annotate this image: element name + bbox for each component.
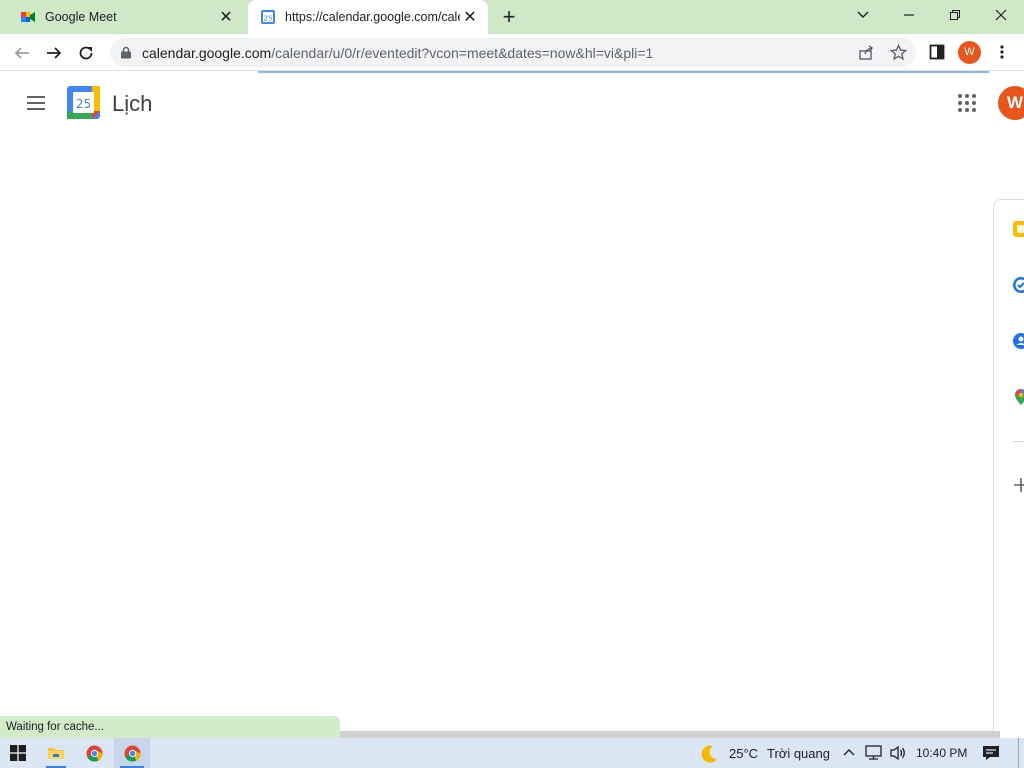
url-path: /calendar/u/0/r/eventedit?vcon=meet&date…: [271, 45, 654, 61]
page-loading-bar: [258, 71, 989, 73]
account-avatar[interactable]: W: [998, 86, 1024, 120]
windows-logo-icon: [10, 745, 26, 761]
start-button[interactable]: [4, 738, 32, 768]
close-icon[interactable]: ✕: [216, 7, 236, 27]
restore-button[interactable]: [932, 0, 978, 30]
windows-taskbar: 25°C Trời quang 10:40 PM: [0, 738, 1024, 768]
maps-icon[interactable]: [1012, 388, 1024, 406]
arrow-left-icon: [14, 47, 29, 59]
add-icon[interactable]: [1012, 476, 1024, 494]
side-panel-divider: [1012, 441, 1024, 442]
hamburger-menu-icon[interactable]: [24, 91, 48, 115]
back-button[interactable]: [8, 39, 36, 67]
google-calendar-icon: 25: [261, 10, 275, 24]
new-tab-button[interactable]: +: [497, 5, 521, 29]
chevron-down-icon: [857, 11, 869, 18]
weather-temperature[interactable]: 25°C: [729, 746, 758, 761]
side-panel: [993, 199, 1024, 739]
svg-text:25: 25: [264, 15, 273, 23]
tasks-icon[interactable]: [1012, 276, 1024, 294]
url-text: calendar.google.com/calendar/u/0/r/event…: [142, 45, 653, 61]
folder-icon: [48, 748, 64, 759]
minimize-button[interactable]: [886, 0, 932, 30]
tab-title: https://calendar.google.com/cale: [285, 10, 460, 24]
show-desktop-button[interactable]: [1018, 738, 1020, 768]
status-bubble: Waiting for cache...: [0, 716, 340, 738]
volume-icon[interactable]: [889, 745, 907, 761]
tab-title: Google Meet: [45, 10, 117, 24]
google-calendar-logo[interactable]: 25: [67, 86, 100, 119]
lock-icon: [121, 46, 131, 59]
share-icon[interactable]: [858, 45, 874, 61]
tab-google-calendar[interactable]: 25 https://calendar.google.com/cale ✕: [248, 0, 488, 34]
taskbar-chrome-active[interactable]: [114, 738, 150, 768]
google-apps-icon[interactable]: [956, 92, 978, 114]
chevron-up-icon[interactable]: [843, 747, 855, 759]
chrome-icon: [124, 745, 140, 761]
clock-time[interactable]: 10:40 PM: [916, 746, 967, 760]
reload-icon: [79, 46, 93, 60]
network-icon[interactable]: [865, 745, 882, 761]
forward-button[interactable]: [40, 39, 68, 67]
moon-icon[interactable]: [698, 743, 720, 765]
profile-avatar[interactable]: W: [958, 41, 981, 64]
minimize-icon: [904, 14, 914, 16]
app-title: Lịch: [112, 91, 153, 116]
contacts-icon[interactable]: [1012, 332, 1024, 350]
tab-google-meet[interactable]: Google Meet ✕: [8, 0, 244, 34]
taskbar-chrome[interactable]: [78, 738, 110, 768]
browser-toolbar: calendar.google.com/calendar/u/0/r/event…: [0, 34, 1024, 71]
close-icon[interactable]: ✕: [460, 7, 480, 27]
url-host: calendar.google.com: [142, 45, 272, 61]
taskbar-file-explorer[interactable]: [40, 738, 72, 768]
notification-icon[interactable]: [982, 745, 1000, 761]
google-meet-icon: [21, 12, 35, 22]
tab-search-button[interactable]: [840, 0, 886, 30]
browser-tabstrip: Google Meet ✕ 25 https://calendar.google…: [0, 0, 1024, 34]
reload-button[interactable]: [72, 39, 100, 67]
keep-icon[interactable]: [1012, 220, 1024, 238]
restore-icon: [950, 10, 960, 20]
star-icon[interactable]: [890, 44, 907, 61]
arrow-right-icon: [47, 47, 62, 59]
address-bar[interactable]: calendar.google.com/calendar/u/0/r/event…: [110, 38, 916, 67]
close-window-button[interactable]: [978, 0, 1024, 30]
more-vert-icon[interactable]: [997, 44, 1007, 60]
horizontal-scrollbar[interactable]: [340, 731, 1000, 738]
chrome-icon: [86, 745, 102, 761]
close-icon: [995, 9, 1007, 21]
calendar-day-number: 25: [76, 97, 91, 111]
side-panel-icon[interactable]: [929, 44, 945, 60]
weather-description[interactable]: Trời quang: [767, 746, 830, 761]
